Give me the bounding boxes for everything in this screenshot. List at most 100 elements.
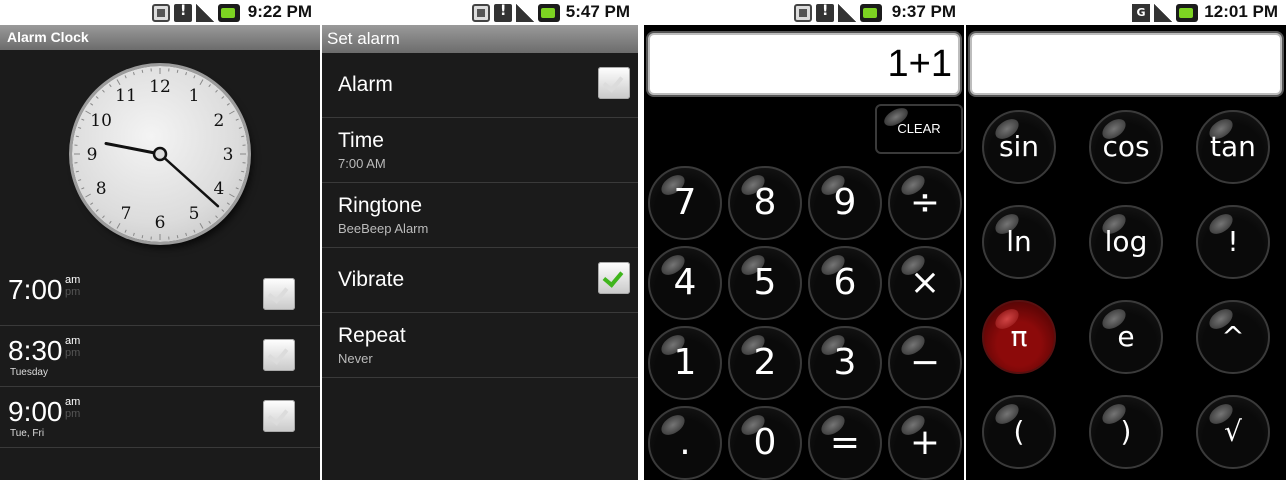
status-time: 9:22 PM	[247, 2, 312, 21]
alarm-days: Tuesday	[10, 367, 48, 378]
key-label: 2	[753, 342, 777, 383]
sci-key-0[interactable]: sin	[982, 110, 1056, 184]
clock-tick	[221, 96, 225, 99]
sci-key-11[interactable]: √	[1196, 395, 1270, 469]
sci-key-6[interactable]: π	[982, 300, 1056, 374]
clock-numeral: 2	[213, 111, 224, 131]
status-bar: 5:47 PM	[322, 0, 638, 25]
clock-tick	[90, 103, 94, 106]
key-label: ln	[1006, 225, 1032, 258]
pref-alarm[interactable]: Alarm	[322, 53, 638, 118]
clock-numeral: 11	[115, 86, 137, 106]
key-label: 3	[833, 342, 857, 383]
clock-numeral: 3	[223, 145, 234, 165]
calc-key-0[interactable]: 7	[648, 166, 722, 240]
key-label: tan	[1210, 130, 1256, 163]
clear-button[interactable]: CLEAR	[875, 104, 963, 154]
calc-key-2[interactable]: 9	[808, 166, 882, 240]
sci-key-4[interactable]: log	[1089, 205, 1163, 279]
key-label: sin	[998, 130, 1040, 163]
display-text: 1+1	[887, 43, 952, 85]
clock-numeral: 8	[96, 179, 107, 199]
pref-vibrate[interactable]: Vibrate	[322, 248, 638, 313]
pref-repeat[interactable]: Repeat Never	[322, 313, 638, 378]
alarm-enable-checkbox[interactable]	[263, 400, 295, 432]
alarm-enable-checkbox[interactable]	[263, 278, 295, 310]
alarm-enable-checkbox[interactable]	[263, 339, 295, 371]
clock-numeral: 7	[121, 204, 132, 224]
sd-card-warning-icon	[816, 3, 834, 22]
alarm-row-2[interactable]: 8:30 am pm Tuesday	[0, 327, 320, 387]
clock-tick	[185, 232, 188, 236]
clock-tick	[235, 118, 239, 121]
signal-icon	[516, 4, 534, 22]
calculator-display[interactable]: 1+1	[648, 33, 960, 95]
sci-key-2[interactable]: tan	[1196, 110, 1270, 184]
calc-key-1[interactable]: 8	[728, 166, 802, 240]
sd-card-warning-icon	[174, 3, 192, 22]
clock-tick	[78, 179, 82, 182]
calc-key-3[interactable]: ÷	[888, 166, 962, 240]
sci-key-3[interactable]: ln	[982, 205, 1056, 279]
clock-tick	[193, 75, 196, 79]
calc-key-12[interactable]: .	[648, 406, 722, 480]
clock-numeral: 9	[87, 145, 98, 165]
status-time: 9:37 PM	[891, 2, 956, 21]
vibrate-checkbox[interactable]	[598, 262, 630, 294]
status-bar: G 12:01 PM	[966, 0, 1286, 25]
analog-clock[interactable]: 12 1 2 3 4 5 6 7 8 9 10 11	[72, 66, 248, 242]
clock-tick	[226, 103, 230, 106]
hour-hand	[104, 142, 162, 156]
calc-key-15[interactable]: +	[888, 406, 962, 480]
sci-key-1[interactable]: cos	[1089, 110, 1163, 184]
calc-key-14[interactable]: =	[808, 406, 882, 480]
calc-key-10[interactable]: 3	[808, 326, 882, 400]
pref-title: Time	[338, 129, 384, 152]
clock-tick	[124, 75, 127, 79]
clock-tick	[176, 69, 179, 73]
sci-key-8[interactable]: ^	[1196, 300, 1270, 374]
key-label: −	[909, 342, 941, 383]
clock-tick	[141, 235, 144, 239]
status-time: 5:47 PM	[565, 2, 630, 21]
calc-key-9[interactable]: 2	[728, 326, 802, 400]
sci-key-10[interactable]: )	[1089, 395, 1163, 469]
pref-ringtone[interactable]: Ringtone BeeBeep Alarm	[322, 183, 638, 248]
pref-subtitle: Never	[338, 351, 373, 366]
pref-title: Alarm	[338, 73, 393, 96]
clock-numeral: 12	[149, 77, 171, 97]
wifi-icon	[794, 4, 812, 22]
clock-face: 12 12 3 45 6 78 9 1011	[74, 68, 246, 240]
title-bar: Alarm Clock	[0, 25, 320, 50]
alarm-row-1[interactable]: 7:00 am pm	[0, 266, 320, 326]
sci-key-9[interactable]: (	[982, 395, 1056, 469]
clock-tick	[109, 84, 112, 88]
key-label: 1	[673, 342, 697, 383]
calculator-display[interactable]	[970, 33, 1282, 95]
key-label: 9	[833, 182, 857, 223]
key-label: !	[1227, 225, 1239, 258]
pref-subtitle: 7:00 AM	[338, 156, 386, 171]
sci-key-5[interactable]: !	[1196, 205, 1270, 279]
calc-key-11[interactable]: −	[888, 326, 962, 400]
set-alarm-screen: 5:47 PM Set alarm Alarm Time 7:00 AM Rin…	[322, 0, 638, 480]
calc-key-6[interactable]: 6	[808, 246, 882, 320]
calc-key-7[interactable]: ×	[888, 246, 962, 320]
calc-key-5[interactable]: 5	[728, 246, 802, 320]
calc-key-8[interactable]: 1	[648, 326, 722, 400]
clock-tick	[238, 126, 242, 129]
battery-icon	[538, 4, 560, 22]
clock-tick	[81, 187, 85, 190]
calc-key-13[interactable]: 0	[728, 406, 802, 480]
key-label: 5	[753, 262, 777, 303]
alarm-enable-checkbox[interactable]	[598, 67, 630, 99]
clock-tick	[235, 187, 239, 190]
alarm-clock-screen: 9:22 PM Alarm Clock 12 12 3 45 6 78 9 1011 7:00…	[0, 0, 320, 480]
alarm-row-3[interactable]: 9:00 am pm Tue, Fri	[0, 388, 320, 448]
clock-tick	[215, 89, 218, 93]
sci-key-7[interactable]: e	[1089, 300, 1163, 374]
clock-tick	[95, 209, 99, 212]
pref-time[interactable]: Time 7:00 AM	[322, 118, 638, 183]
title-bar: Set alarm	[322, 25, 638, 53]
calc-key-4[interactable]: 4	[648, 246, 722, 320]
